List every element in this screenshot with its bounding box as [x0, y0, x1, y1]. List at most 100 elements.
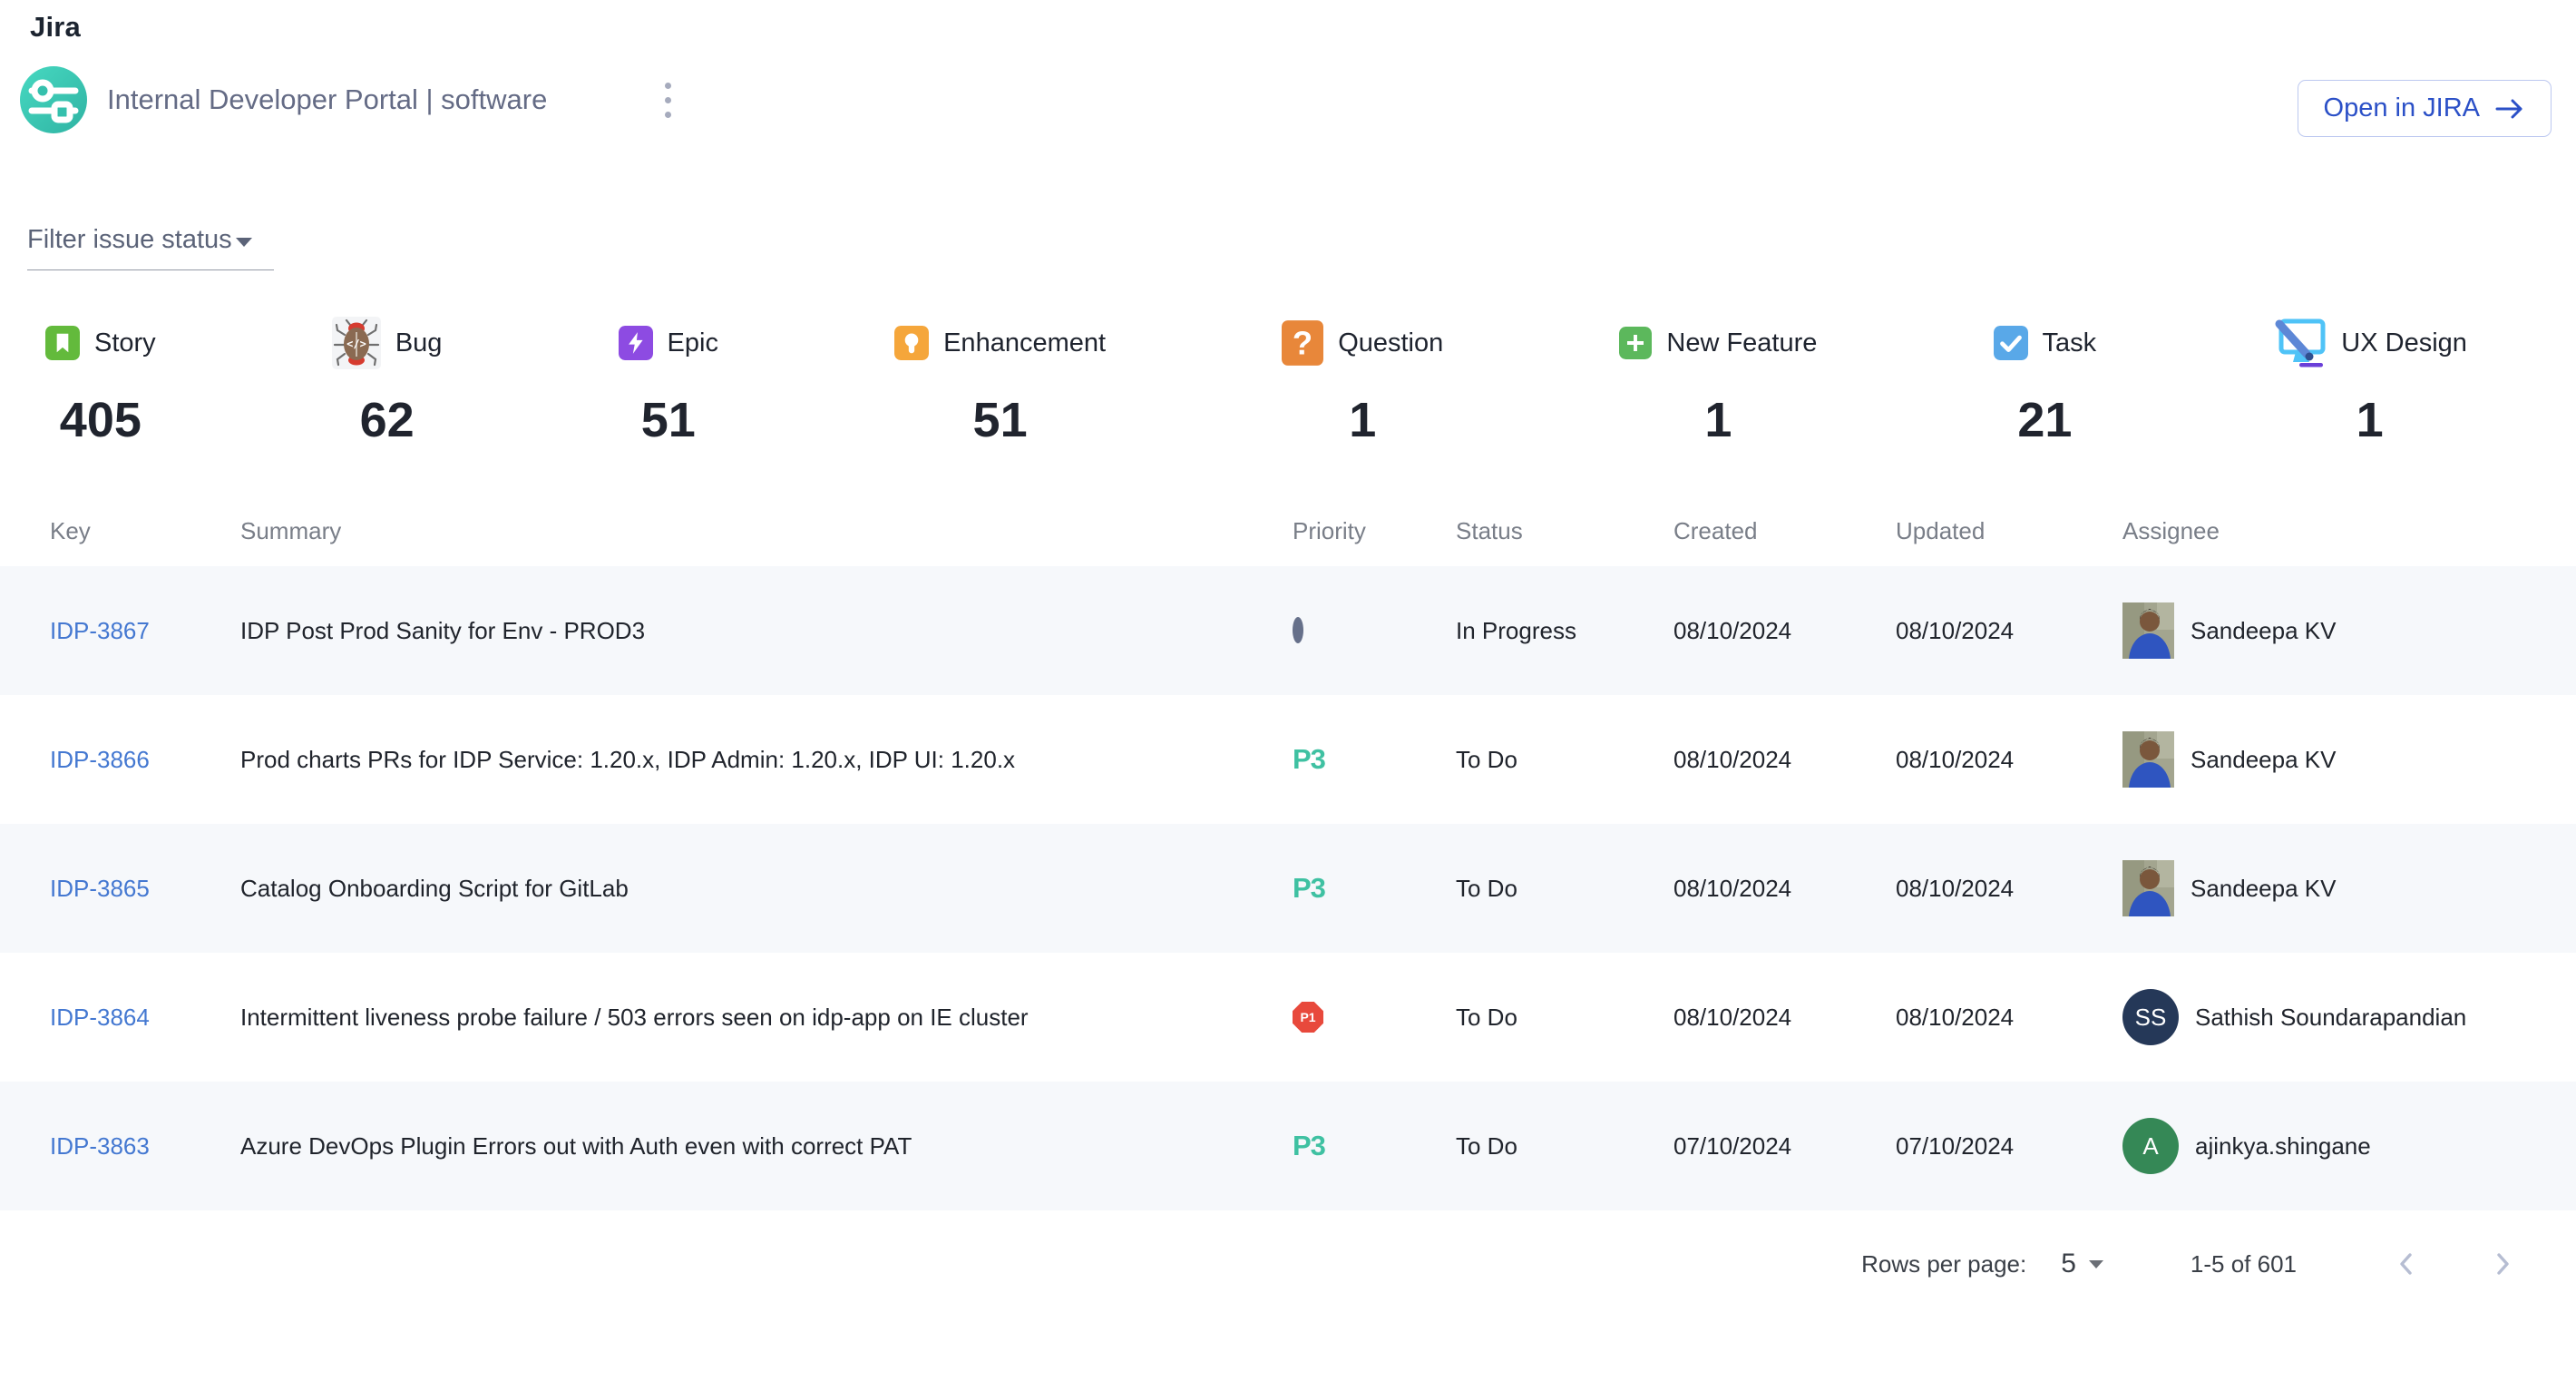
counter-label: Enhancement: [943, 328, 1106, 358]
ux-design-icon: [2272, 318, 2327, 368]
counter-label: Bug: [395, 328, 443, 358]
assignee-name: Sandeepa KV: [2191, 746, 2336, 774]
assignee-avatar-photo: [2122, 731, 2174, 788]
issue-created: 08/10/2024: [1673, 875, 1896, 903]
rows-per-page-value: 5: [2061, 1249, 2076, 1279]
arrow-right-icon: [2494, 98, 2525, 120]
counter-task: Task 21: [1994, 318, 2097, 448]
counter-value: 51: [641, 392, 696, 448]
svg-text:?: ?: [1293, 324, 1312, 361]
counter-label: Story: [94, 328, 156, 358]
issue-updated: 07/10/2024: [1896, 1132, 2122, 1161]
issue-status: To Do: [1456, 1004, 1673, 1032]
entity-header: Internal Developer Portal | software: [20, 64, 2576, 136]
new-feature-icon: [1619, 327, 1652, 359]
task-icon: [1994, 326, 2028, 360]
issue-summary: Prod charts PRs for IDP Service: 1.20.x,…: [240, 746, 1293, 774]
issue-summary: IDP Post Prod Sanity for Env - PROD3: [240, 617, 1293, 645]
counter-value: 62: [360, 392, 415, 448]
assignee-name: Sathish Soundarapandian: [2195, 1004, 2466, 1032]
issue-status: To Do: [1456, 1132, 1673, 1161]
issue-status: To Do: [1456, 746, 1673, 774]
issue-summary: Intermittent liveness probe failure / 50…: [240, 1004, 1293, 1032]
issue-type-counters: Story 405 </>: [0, 318, 2576, 448]
open-in-jira-label: Open in JIRA: [2324, 93, 2480, 123]
table-row: IDP-3867 IDP Post Prod Sanity for Env - …: [0, 566, 2576, 695]
counter-value: 1: [1704, 392, 1732, 448]
issue-created: 08/10/2024: [1673, 746, 1896, 774]
counter-question: ? Question 1: [1282, 318, 1443, 448]
issue-created: 07/10/2024: [1673, 1132, 1896, 1161]
issue-created: 08/10/2024: [1673, 617, 1896, 645]
issue-key-link[interactable]: IDP-3867: [50, 617, 150, 644]
next-page-button[interactable]: [2483, 1243, 2522, 1285]
counter-value: 21: [2017, 392, 2072, 448]
assignee-avatar-initials: A: [2122, 1118, 2179, 1174]
assignee-name: Sandeepa KV: [2191, 875, 2336, 903]
bug-icon: </>: [332, 317, 381, 369]
entity-title: Internal Developer Portal | software: [107, 83, 547, 116]
issue-created: 08/10/2024: [1673, 1004, 1896, 1032]
filter-issue-status-label: Filter issue status: [27, 225, 232, 255]
enhancement-icon: [894, 326, 929, 360]
counter-label: New Feature: [1666, 328, 1817, 358]
pagination-bar: Rows per page: 5 1-5 of 601: [0, 1243, 2576, 1285]
column-header-status: Status: [1456, 517, 1673, 545]
issue-key-link[interactable]: IDP-3865: [50, 875, 150, 902]
open-in-jira-button[interactable]: Open in JIRA: [2298, 80, 2552, 137]
table-row: IDP-3866 Prod charts PRs for IDP Service…: [0, 695, 2576, 824]
table-row: IDP-3863 Azure DevOps Plugin Errors out …: [0, 1082, 2576, 1210]
page-title: Jira: [0, 0, 2576, 44]
counter-value: 405: [60, 392, 141, 448]
filter-issue-status-select[interactable]: Filter issue status: [27, 225, 274, 270]
chevron-right-icon: [2489, 1249, 2516, 1279]
jira-plugin-page: Jira Internal Developer Portal | softwar…: [0, 0, 2576, 1381]
issue-updated: 08/10/2024: [1896, 617, 2122, 645]
table-row: IDP-3864 Intermittent liveness probe fai…: [0, 953, 2576, 1082]
counter-label: UX Design: [2341, 328, 2467, 358]
issue-key-link[interactable]: IDP-3864: [50, 1004, 150, 1031]
counter-story: Story 405: [45, 318, 156, 448]
counter-label: Epic: [668, 328, 718, 358]
counter-value: 1: [2356, 392, 2384, 448]
table-row: IDP-3865 Catalog Onboarding Script for G…: [0, 824, 2576, 953]
counter-value: 1: [1349, 392, 1376, 448]
column-header-summary: Summary: [240, 517, 1293, 545]
issue-updated: 08/10/2024: [1896, 1004, 2122, 1032]
priority-p3-icon: P3: [1293, 872, 1325, 904]
counter-enhancement: Enhancement 51: [894, 318, 1106, 448]
priority-none-icon: [1293, 617, 1303, 643]
issue-summary: Azure DevOps Plugin Errors out with Auth…: [240, 1132, 1293, 1161]
story-icon: [45, 326, 80, 360]
column-header-key: Key: [50, 517, 240, 545]
priority-p3-icon: P3: [1293, 743, 1325, 775]
issue-key-link[interactable]: IDP-3866: [50, 746, 150, 773]
issues-table: Key Summary Priority Status Created Upda…: [0, 501, 2576, 1210]
assignee-avatar-photo: [2122, 602, 2174, 659]
column-header-created: Created: [1673, 517, 1896, 545]
rows-per-page-select[interactable]: 5: [2061, 1249, 2103, 1279]
issue-status: In Progress: [1456, 617, 1673, 645]
priority-p1-icon: P1: [1293, 1002, 1323, 1033]
svg-text:</>: </>: [346, 338, 366, 350]
counter-epic: Epic 51: [619, 318, 718, 448]
assignee-avatar-photo: [2122, 860, 2174, 916]
issue-updated: 08/10/2024: [1896, 875, 2122, 903]
previous-page-button[interactable]: [2387, 1243, 2425, 1285]
counter-bug: </> Bug 62: [332, 318, 443, 448]
counter-new-feature: New Feature 1: [1619, 318, 1817, 448]
pagination-range: 1-5 of 601: [2191, 1250, 2297, 1278]
chevron-left-icon: [2393, 1249, 2420, 1279]
counter-label: Task: [2043, 328, 2097, 358]
kebab-menu-icon[interactable]: [656, 77, 680, 123]
counter-label: Question: [1338, 328, 1443, 358]
assignee-name: ajinkya.shingane: [2195, 1132, 2371, 1161]
issue-updated: 08/10/2024: [1896, 746, 2122, 774]
priority-p3-icon: P3: [1293, 1130, 1325, 1161]
epic-icon: [619, 326, 653, 360]
issue-status: To Do: [1456, 875, 1673, 903]
chevron-down-icon: [236, 238, 252, 247]
column-header-priority: Priority: [1293, 517, 1456, 545]
issue-key-link[interactable]: IDP-3863: [50, 1132, 150, 1160]
assignee-avatar-initials: SS: [2122, 989, 2179, 1045]
